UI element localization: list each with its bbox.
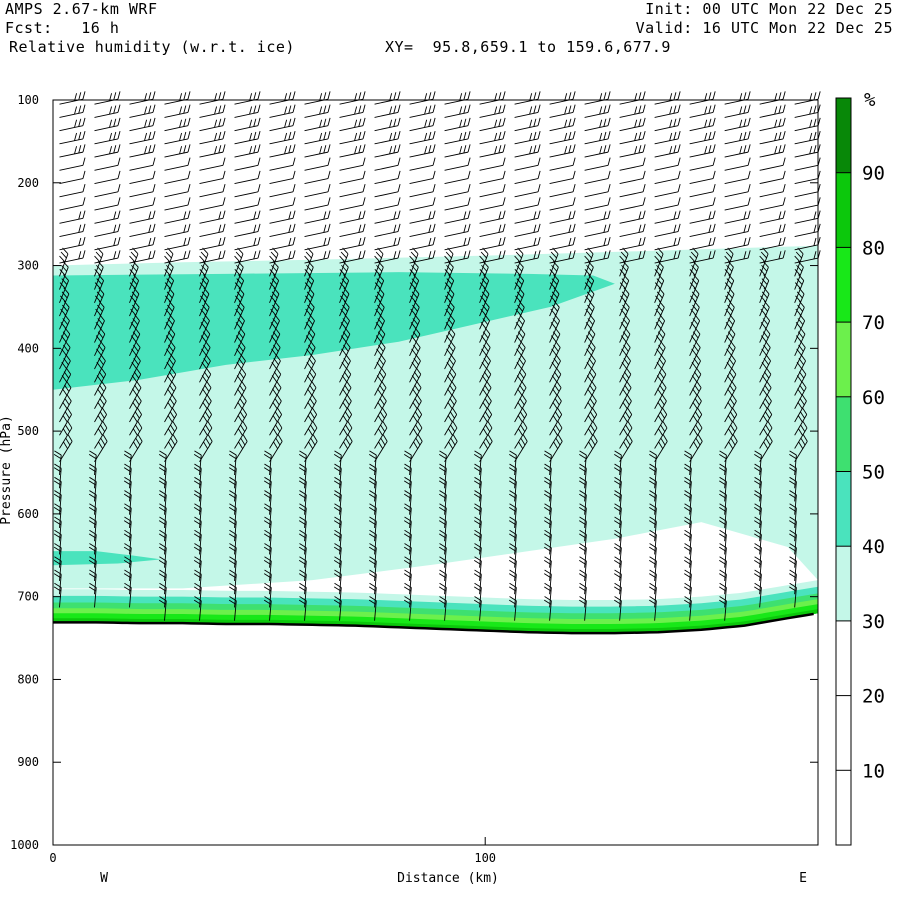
colorbar-label: 40 bbox=[862, 536, 885, 558]
east-label: E bbox=[799, 871, 807, 886]
colorbar-segment bbox=[836, 247, 851, 323]
x-axis-label: Distance (km) bbox=[397, 871, 499, 886]
colorbar-label: 50 bbox=[862, 462, 885, 484]
x-tick-label: 100 bbox=[474, 851, 496, 865]
colorbar-segment bbox=[836, 471, 851, 547]
y-tick-label: 1000 bbox=[10, 838, 39, 852]
colorbar-unit: % bbox=[864, 89, 876, 111]
colorbar: 10 20 30 40 50 60 70 80 90% bbox=[835, 89, 885, 846]
y-tick-label: 500 bbox=[17, 424, 39, 438]
colorbar-label: 60 bbox=[862, 387, 885, 409]
colorbar-segment bbox=[836, 172, 851, 248]
colorbar-label: 70 bbox=[862, 312, 885, 334]
colorbar-label: 90 bbox=[862, 163, 885, 185]
rh-fill-layer bbox=[53, 100, 818, 845]
colorbar-label: 20 bbox=[862, 686, 885, 708]
colorbar-segment bbox=[836, 322, 851, 397]
y-tick-label: 800 bbox=[17, 672, 39, 686]
y-tick-label: 300 bbox=[17, 259, 39, 273]
y-tick-label: 700 bbox=[17, 590, 39, 604]
colorbar-segment bbox=[836, 546, 851, 621]
x-tick-label: 0 bbox=[49, 851, 56, 865]
colorbar-segment bbox=[836, 695, 851, 771]
colorbar-label: 30 bbox=[862, 611, 885, 633]
y-tick-label: 400 bbox=[17, 341, 39, 355]
colorbar-segment bbox=[836, 396, 851, 472]
colorbar-segment bbox=[836, 98, 851, 173]
y-axis-label: Pressure (hPa) bbox=[0, 415, 14, 525]
colorbar-label: 10 bbox=[862, 760, 885, 782]
y-tick-label: 600 bbox=[17, 507, 39, 521]
colorbar-segment bbox=[836, 770, 851, 845]
y-tick-label: 100 bbox=[17, 93, 39, 107]
colorbar-label: 80 bbox=[862, 237, 885, 259]
cross-section-chart: 100 200 300 400 500 600 700 800 900 1000 0 100 10 20… bbox=[0, 89, 885, 886]
y-tick-label: 200 bbox=[17, 176, 39, 190]
west-label: W bbox=[100, 871, 108, 886]
y-tick-label: 900 bbox=[17, 755, 39, 769]
terrain-fill bbox=[53, 613, 818, 845]
colorbar-segment bbox=[836, 620, 851, 696]
